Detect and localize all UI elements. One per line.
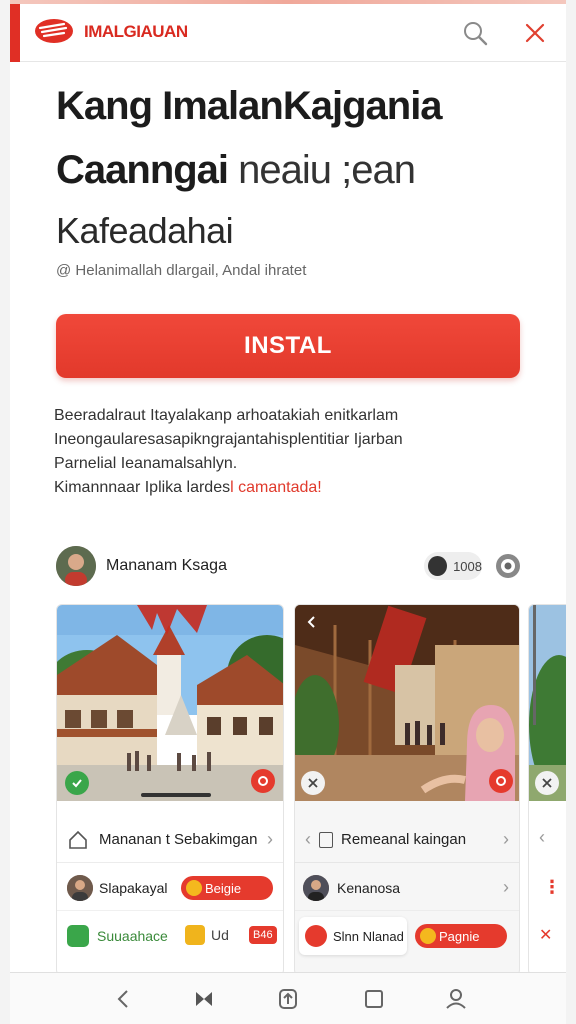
media-icon[interactable] <box>190 985 218 1013</box>
green-app-icon[interactable] <box>67 925 89 947</box>
dismiss-badge-icon[interactable] <box>535 771 559 795</box>
card-nav-row[interactable]: ‹ Remeanal kaingan › <box>295 817 519 863</box>
subtitle: Caanngai neaiu ;ean <box>56 148 416 193</box>
count-badge[interactable]: B46 <box>249 926 277 944</box>
like-badge-icon[interactable] <box>65 771 89 795</box>
brand-name: IMALGIAUAN <box>84 22 188 41</box>
more-icon[interactable]: ⋮ <box>543 877 561 898</box>
red-app-icon <box>305 925 327 947</box>
target-icon[interactable] <box>494 552 522 580</box>
description-line: Parnelial Ieanamalsahlyn. <box>54 455 238 472</box>
card-action-row[interactable]: Slnn Nlanad Pagnie <box>295 913 519 959</box>
share-badge-icon[interactable] <box>489 769 513 793</box>
subtitle-light: neaiu ;ean <box>238 148 416 192</box>
subtitle-bold: Caanngai <box>56 148 229 192</box>
share-badge-icon[interactable] <box>251 769 275 793</box>
profile-icon[interactable] <box>442 985 470 1013</box>
header: IMALGIAUAN <box>10 4 566 62</box>
bottom-nav <box>10 972 566 1024</box>
tagline: Kafeadahai <box>56 210 234 251</box>
meta-text: @ Helanimallah dlargail, Andal ihratet <box>56 262 307 279</box>
install-button[interactable]: INSTAL <box>56 314 520 378</box>
chevron-left-icon[interactable]: ‹ <box>539 827 545 848</box>
card-action-row[interactable]: Suuaahace Ud B46 <box>57 913 283 959</box>
coin-icon <box>186 880 202 896</box>
post-photo[interactable] <box>529 605 566 801</box>
avatar[interactable] <box>303 874 329 901</box>
follow-pill[interactable]: Beigie <box>181 876 273 900</box>
avatar[interactable] <box>67 874 93 901</box>
mid-label: Ud <box>211 927 229 943</box>
card-nav-row[interactable]: Mananan t Sebakimgan › <box>57 817 283 863</box>
row-label: Slnn Nlanad <box>333 928 404 944</box>
action-chip[interactable]: Slnn Nlanad <box>299 917 407 955</box>
post-card-partial[interactable]: ‹ ⋮ ✕ <box>528 604 566 976</box>
follow-pill-label: Beigie <box>205 880 242 896</box>
row-label: Kenanosa <box>337 879 401 896</box>
description-link[interactable]: l camantada! <box>230 479 322 496</box>
post-card[interactable]: Mananan t Sebakimgan › Slapakayal Beigie… <box>56 604 284 976</box>
count-icon <box>428 556 448 576</box>
app-frame: IMALGIAUAN Kang ImalanKajgania Caanngai … <box>10 0 566 1024</box>
chevron-right-icon: › <box>503 877 509 897</box>
dismiss-badge-icon[interactable] <box>301 771 325 795</box>
card-nav-label: Mananan t Sebakimgan <box>99 831 258 848</box>
post-photo[interactable] <box>295 605 519 801</box>
pin-icon[interactable]: ✕ <box>539 925 552 945</box>
yellow-app-icon[interactable] <box>185 925 205 945</box>
search-icon[interactable] <box>462 20 488 46</box>
author-avatar[interactable] <box>56 546 96 586</box>
square-icon[interactable] <box>360 985 388 1013</box>
row-label: Suuaahace <box>97 928 168 944</box>
chevron-right-icon: › <box>503 829 509 849</box>
card-nav-label: Remeanal kaingan <box>341 831 467 848</box>
description-line: Ineongaularesasapikngrajantahisplentitia… <box>54 431 403 448</box>
page-pill-label: Pagnie <box>439 928 480 944</box>
back-arrow-icon[interactable] <box>305 615 319 629</box>
brand-logo-icon[interactable] <box>34 16 74 46</box>
chevron-right-icon: › <box>267 829 273 849</box>
card-user-row[interactable]: Slapakayal Beigie <box>57 865 283 911</box>
close-icon[interactable] <box>522 20 548 46</box>
upload-icon[interactable] <box>274 985 302 1013</box>
home-icon <box>69 830 87 849</box>
brand-tab <box>10 4 20 62</box>
author-name[interactable]: Mananam Ksaga <box>106 557 227 575</box>
count-pill[interactable]: 1008 <box>424 552 482 580</box>
page-title: Kang ImalanKajgania <box>56 84 443 128</box>
description: Beeradalraut Itayalakanp arhoatakiah eni… <box>54 404 534 500</box>
post-card[interactable]: ‹ Remeanal kaingan › Kenanosa › Slnn Nla… <box>294 604 520 976</box>
back-icon[interactable] <box>110 985 138 1013</box>
description-last-plain: Kimannnaar Iplika lardes <box>54 479 231 496</box>
doc-icon <box>319 831 333 848</box>
card-user-row[interactable]: Kenanosa › <box>295 865 519 911</box>
row-label: Slapakayal <box>99 879 168 896</box>
description-line: Beeradalraut Itayalakanp arhoatakiah eni… <box>54 407 399 424</box>
post-photo[interactable] <box>57 605 283 801</box>
page-pill[interactable]: Pagnie <box>415 924 507 948</box>
count-value: 1008 <box>453 558 482 574</box>
chevron-left-icon[interactable]: ‹ <box>305 829 311 850</box>
description-last-line: Kimannnaar Iplika lardesl camantada! <box>54 476 534 500</box>
coin-icon <box>420 928 436 944</box>
